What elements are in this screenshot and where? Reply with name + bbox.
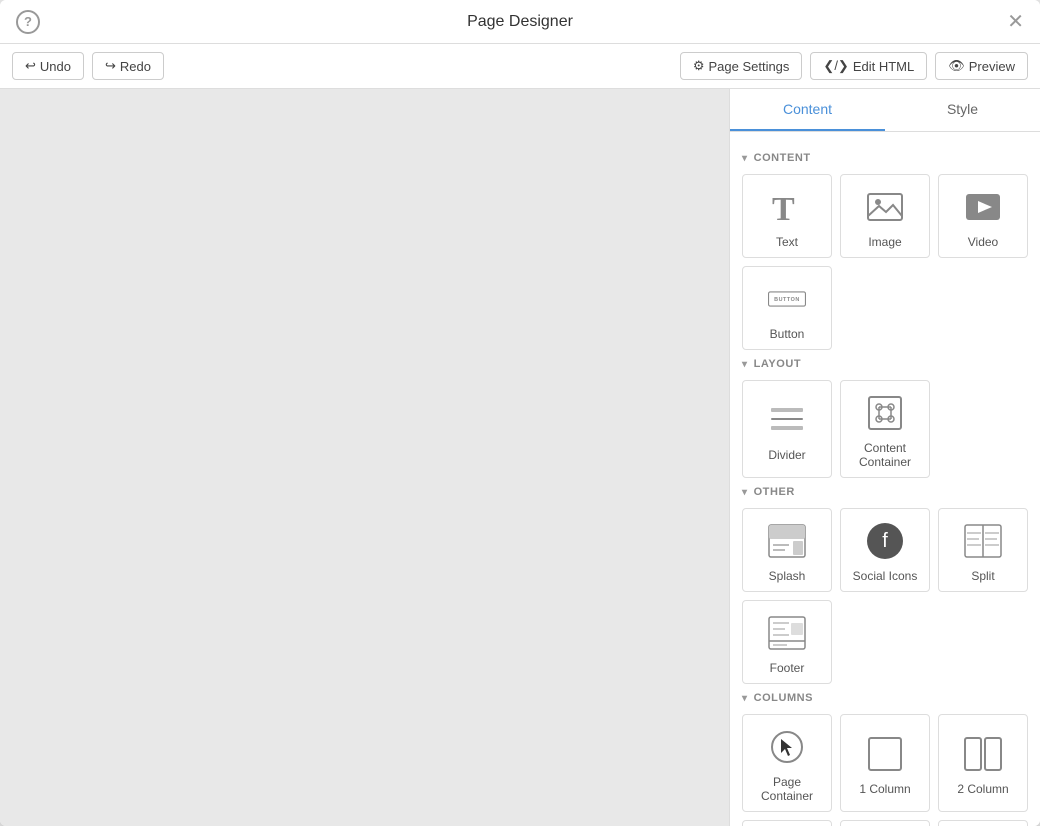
content-items-grid: T Text I	[742, 174, 1028, 350]
section-layout-label: LAYOUT	[754, 358, 802, 370]
section-other-label: OTHER	[754, 486, 795, 498]
item-3-column[interactable]: 3 Column	[742, 820, 832, 826]
item-social-icons-label: Social Icons	[853, 569, 918, 583]
sidebar: Content Style ▾ CONTENT T	[730, 89, 1040, 826]
item-1-column-label: 1 Column	[859, 782, 910, 796]
item-image-label: Image	[868, 235, 901, 249]
preview-button[interactable]: 👁 Preview	[935, 52, 1028, 80]
2-column-icon	[961, 732, 1005, 776]
section-columns-label: COLUMNS	[754, 692, 813, 704]
section-other-header: ▾ OTHER	[742, 486, 1028, 498]
help-icon[interactable]: ?	[16, 10, 40, 34]
divider-icon	[765, 398, 809, 442]
tab-content[interactable]: Content	[730, 89, 885, 131]
split-icon	[961, 519, 1005, 563]
edit-html-label: Edit HTML	[853, 59, 914, 74]
text-icon: T	[765, 185, 809, 229]
page-settings-label: Page Settings	[708, 59, 789, 74]
preview-label: Preview	[969, 59, 1015, 74]
social-icons-icon: f	[863, 519, 907, 563]
tab-style[interactable]: Style	[885, 89, 1040, 131]
item-video-label: Video	[968, 235, 998, 249]
chevron-icon: ▾	[742, 153, 748, 164]
item-splash[interactable]: Splash	[742, 508, 832, 592]
item-text[interactable]: T Text	[742, 174, 832, 258]
svg-text:BUTTON: BUTTON	[774, 297, 800, 303]
video-icon	[961, 185, 1005, 229]
chevron-icon-2: ▾	[742, 359, 748, 370]
edit-html-button[interactable]: ❮/❯ Edit HTML	[810, 52, 927, 80]
eye-icon: 👁	[948, 58, 965, 74]
item-split-label: Split	[971, 569, 994, 583]
section-columns-header: ▾ COLUMNS	[742, 692, 1028, 704]
item-social-icons[interactable]: f Social Icons	[840, 508, 930, 592]
item-sidebar-left[interactable]: Sidebar Left	[938, 820, 1028, 826]
chevron-icon-4: ▾	[742, 693, 748, 704]
svg-text:T: T	[772, 191, 795, 226]
item-divider[interactable]: Divider	[742, 380, 832, 478]
gear-icon: ⚙	[693, 58, 705, 74]
item-footer[interactable]: Footer	[742, 600, 832, 684]
image-icon	[863, 185, 907, 229]
undo-icon: ↩	[25, 58, 36, 74]
item-2-column-label: 2 Column	[957, 782, 1008, 796]
section-layout-header: ▾ LAYOUT	[742, 358, 1028, 370]
item-content-container-label: Content Container	[847, 441, 923, 469]
redo-label: Redo	[120, 59, 151, 74]
main-area: Content Style ▾ CONTENT T	[0, 89, 1040, 826]
item-text-label: Text	[776, 235, 798, 249]
item-divider-label: Divider	[768, 448, 805, 462]
item-image[interactable]: Image	[840, 174, 930, 258]
code-icon: ❮/❯	[823, 58, 848, 74]
splash-icon	[765, 519, 809, 563]
item-split[interactable]: Split	[938, 508, 1028, 592]
section-content-header: ▾ CONTENT	[742, 152, 1028, 164]
layout-items-grid: Divider	[742, 380, 1028, 478]
close-button[interactable]: ✕	[1007, 12, 1024, 32]
toolbar: ↩ Undo ↪ Redo ⚙ Page Settings ❮/❯ Edit H…	[0, 44, 1040, 89]
content-container-icon	[863, 391, 907, 435]
title-bar: ? Page Designer ✕	[0, 0, 1040, 44]
toolbar-right: ⚙ Page Settings ❮/❯ Edit HTML 👁 Preview	[680, 52, 1028, 80]
item-4-column[interactable]: 4 Column	[840, 820, 930, 826]
item-button[interactable]: BUTTON Button	[742, 266, 832, 350]
item-page-container-label: Page Container	[749, 775, 825, 803]
svg-text:f: f	[882, 530, 888, 552]
page-settings-button[interactable]: ⚙ Page Settings	[680, 52, 803, 80]
canvas[interactable]	[0, 89, 730, 826]
sidebar-tabs: Content Style	[730, 89, 1040, 132]
button-icon: BUTTON	[765, 277, 809, 321]
sidebar-panel[interactable]: ▾ CONTENT T Text	[730, 132, 1040, 826]
redo-button[interactable]: ↪ Redo	[92, 52, 164, 80]
main-window: ? Page Designer ✕ ↩ Undo ↪ Redo ⚙ Page S…	[0, 0, 1040, 826]
item-footer-label: Footer	[770, 661, 805, 675]
redo-icon: ↪	[105, 58, 116, 74]
1-column-icon	[863, 732, 907, 776]
undo-label: Undo	[40, 59, 71, 74]
chevron-icon-3: ▾	[742, 487, 748, 498]
other-items-grid: Splash f Social Icons	[742, 508, 1028, 684]
item-2-column[interactable]: 2 Column	[938, 714, 1028, 812]
window-title: Page Designer	[467, 13, 573, 31]
page-container-icon	[765, 725, 809, 769]
item-splash-label: Splash	[769, 569, 806, 583]
undo-button[interactable]: ↩ Undo	[12, 52, 84, 80]
footer-icon	[765, 611, 809, 655]
section-content-label: CONTENT	[754, 152, 811, 164]
item-page-container[interactable]: Page Container	[742, 714, 832, 812]
item-content-container[interactable]: Content Container	[840, 380, 930, 478]
item-video[interactable]: Video	[938, 174, 1028, 258]
item-button-label: Button	[770, 327, 805, 341]
item-1-column[interactable]: 1 Column	[840, 714, 930, 812]
columns-items-grid: Page Container 1 Column	[742, 714, 1028, 826]
